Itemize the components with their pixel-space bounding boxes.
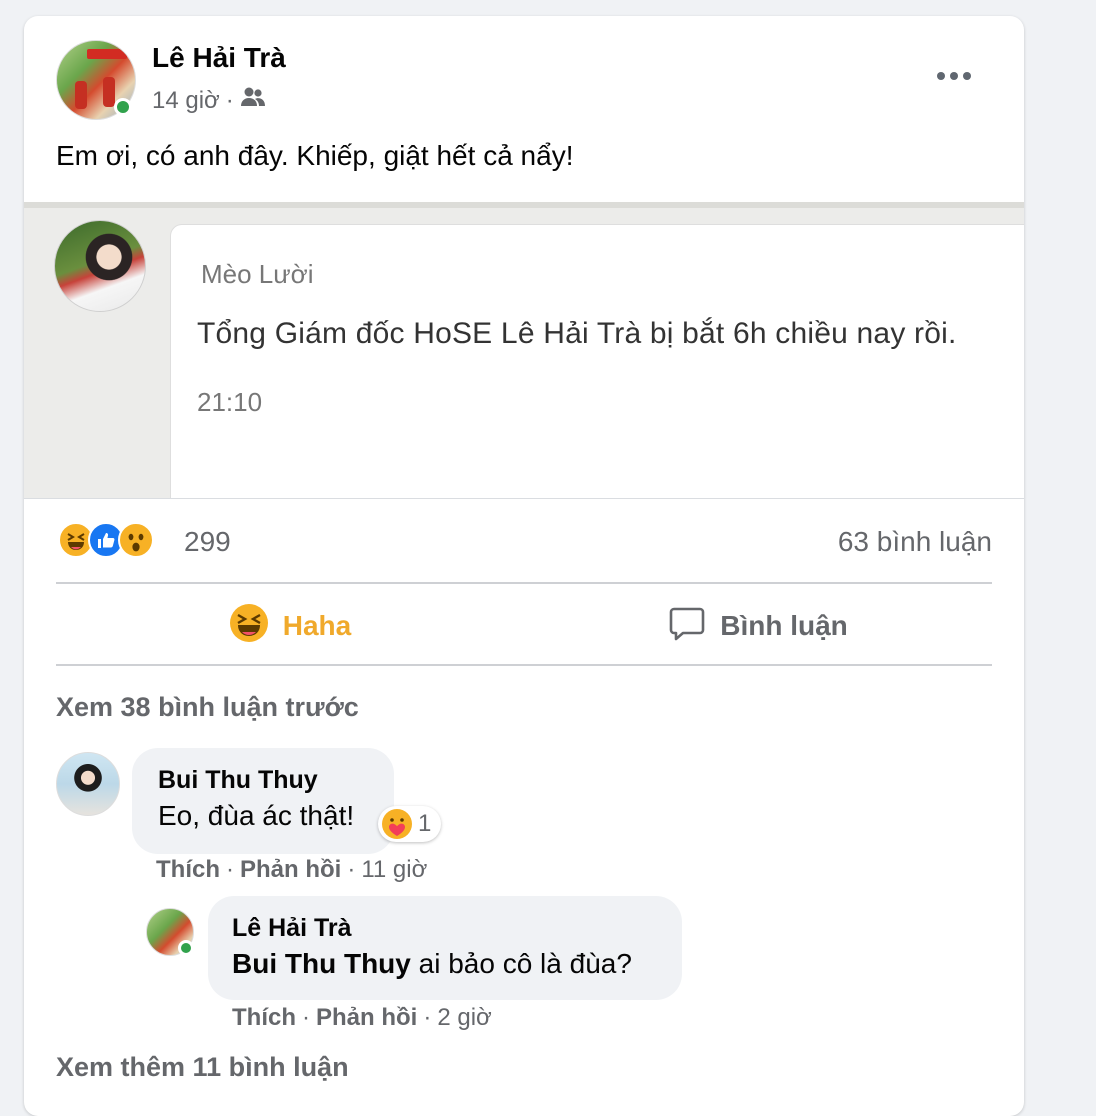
comment-button[interactable]: Bình luận	[524, 588, 992, 664]
view-more-comments-link[interactable]: Xem thêm 11 bình luận	[56, 1052, 349, 1083]
sender-name: Mèo Lười	[201, 259, 314, 289]
reply-text: Bui Thu Thuy ai bảo cô là đùa?	[232, 948, 632, 979]
comment-reaction-badge[interactable]: 1	[378, 806, 442, 842]
like-comment-button[interactable]: Thích	[156, 856, 220, 884]
online-status-dot	[114, 98, 132, 116]
post-card: Lê Hải Trà 14 giờ · Em ơi, có anh đây. K…	[24, 16, 1024, 1116]
post-time[interactable]: 14 giờ	[152, 87, 220, 115]
online-status-dot	[178, 940, 194, 956]
mention-link[interactable]: Bui Thu Thuy	[232, 948, 411, 979]
message-time: 21:10	[197, 387, 263, 417]
comment-reaction-count: 1	[418, 810, 432, 837]
commenter-avatar[interactable]	[56, 752, 120, 816]
meta-separator: ·	[225, 86, 234, 114]
divider	[56, 582, 992, 584]
friends-icon	[240, 86, 266, 115]
reply-actions: Thích · Phản hồi · 2 giờ	[232, 1004, 492, 1032]
haha-reaction-button[interactable]: Haha	[56, 588, 524, 664]
comment-author[interactable]: Bui Thu Thuy	[158, 766, 318, 795]
more-dot-icon	[963, 72, 971, 80]
post-image[interactable]: Mèo Lười Tổng Giám đốc HoSE Lê Hải Trà b…	[24, 202, 1024, 499]
comment-icon	[668, 604, 706, 649]
wow-icon	[118, 522, 154, 558]
post-text: Em ơi, có anh đây. Khiếp, giật hết cả nẩ…	[56, 140, 574, 171]
message-bubble: Mèo Lười Tổng Giám đốc HoSE Lê Hải Trà b…	[170, 224, 1024, 498]
more-options-button[interactable]	[930, 60, 978, 92]
comment-count[interactable]: 63 bình luận	[838, 526, 992, 558]
reply-time[interactable]: 2 giờ	[437, 1004, 491, 1032]
like-reply-button[interactable]: Thích	[232, 1004, 296, 1032]
haha-icon	[229, 603, 269, 650]
reaction-count[interactable]: 299	[184, 526, 231, 558]
haha-label: Haha	[282, 610, 352, 641]
more-dot-icon	[950, 72, 958, 80]
comment-text: Eo, đùa ác thật!	[158, 800, 355, 831]
view-previous-comments-link[interactable]: Xem 38 bình luận trước	[56, 692, 359, 723]
reply-reply-button[interactable]: Phản hồi	[316, 1004, 417, 1032]
divider	[56, 664, 992, 666]
more-dot-icon	[937, 72, 945, 80]
reply-bubble: Lê Hải Trà Bui Thu Thuy ai bảo cô là đùa…	[208, 896, 682, 1000]
comment-time[interactable]: 11 giờ	[361, 856, 427, 884]
post-meta: 14 giờ ·	[152, 86, 266, 115]
comment-actions: Thích · Phản hồi · 11 giờ	[156, 856, 428, 884]
care-icon	[382, 809, 412, 839]
reactions-summary[interactable]	[58, 522, 154, 558]
comment-label: Bình luận	[720, 610, 848, 641]
author-name[interactable]: Lê Hải Trà	[152, 42, 286, 74]
message-text: Tổng Giám đốc HoSE Lê Hải Trà bị bắt 6h …	[197, 317, 957, 350]
sender-avatar	[54, 220, 146, 312]
reply-author[interactable]: Lê Hải Trà	[232, 914, 352, 943]
comment-bubble: Bui Thu Thuy Eo, đùa ác thật!	[132, 748, 394, 854]
reply-comment-button[interactable]: Phản hồi	[240, 856, 341, 884]
